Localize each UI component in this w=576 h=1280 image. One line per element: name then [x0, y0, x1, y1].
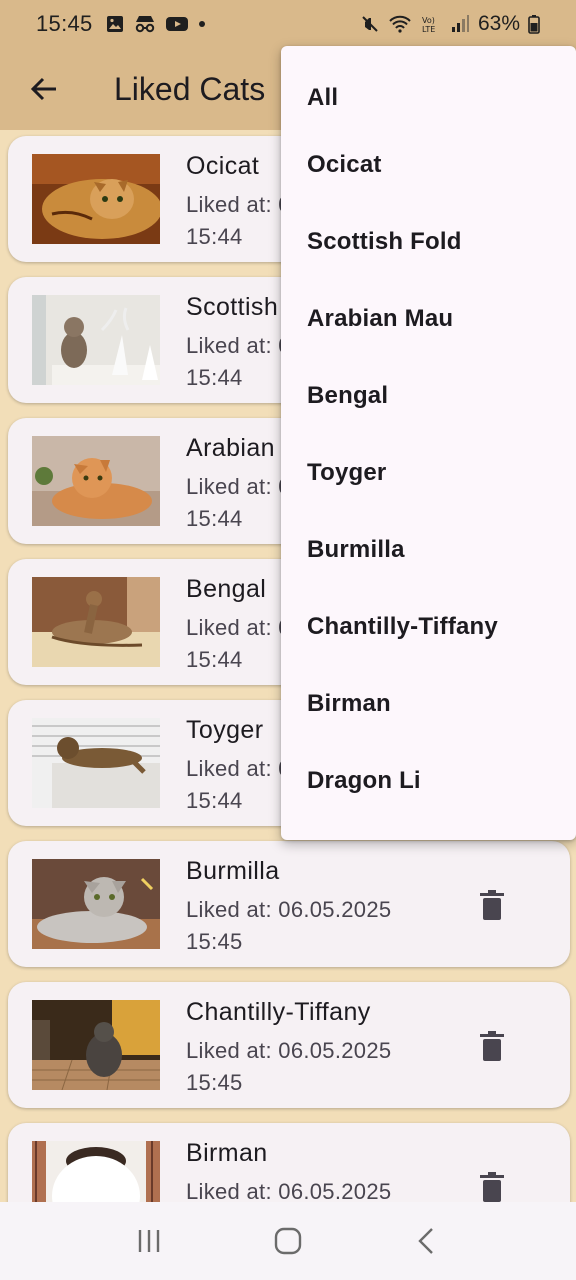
- dot-icon: [198, 21, 205, 27]
- cat-breed-name: Birman: [186, 1139, 268, 1167]
- liked-at-time: 15:45: [186, 929, 243, 954]
- arrow-left-icon: [30, 77, 56, 101]
- svg-text:Vo): Vo): [422, 16, 435, 25]
- liked-cat-card[interactable]: Birman Liked at: 06.05.2025: [8, 1123, 570, 1202]
- menu-item-burmilla[interactable]: Burmilla: [281, 511, 576, 588]
- liked-at-time: 15:44: [186, 647, 243, 672]
- cat-photo: [32, 1000, 160, 1090]
- trash-icon: [480, 1031, 504, 1061]
- cat-photo: [32, 436, 160, 526]
- liked-at-time: 15:45: [186, 1070, 243, 1095]
- menu-item-chantilly-tiffany[interactable]: Chantilly-Tiffany: [281, 588, 576, 665]
- home-icon: [274, 1227, 302, 1255]
- delete-button[interactable]: [470, 883, 514, 927]
- liked-at-time: 15:44: [186, 365, 243, 390]
- menu-item-arabian-mau[interactable]: Arabian Mau: [281, 280, 576, 357]
- menu-item-bengal[interactable]: Bengal: [281, 357, 576, 434]
- cat-photo: [32, 577, 160, 667]
- menu-item-toyger[interactable]: Toyger: [281, 434, 576, 511]
- battery-percent: 63%: [477, 12, 520, 35]
- breed-filter-menu: All Ocicat Scottish Fold Arabian Mau Ben…: [281, 46, 576, 840]
- cat-breed-name: Bengal: [186, 575, 267, 603]
- cat-photo: [32, 718, 160, 808]
- liked-at-time: 15:44: [186, 224, 243, 249]
- home-button[interactable]: [258, 1211, 318, 1271]
- menu-item-dragon-li[interactable]: Dragon Li: [281, 742, 576, 819]
- cat-photo: [32, 295, 160, 385]
- back-nav-icon: [417, 1228, 433, 1254]
- page-title: Liked Cats: [114, 70, 266, 107]
- liked-at-time: 15:44: [186, 788, 243, 813]
- menu-item-birman[interactable]: Birman: [281, 665, 576, 742]
- back-button[interactable]: [16, 61, 72, 117]
- cat-photo: [32, 859, 160, 949]
- youtube-icon: [165, 17, 188, 31]
- trash-icon: [480, 1172, 504, 1202]
- liked-at-date: Liked at: 06.05.2025: [186, 1038, 392, 1063]
- liked-cat-card[interactable]: Chantilly-Tiffany Liked at: 06.05.2025 1…: [8, 982, 570, 1108]
- liked-cat-card[interactable]: Burmilla Liked at: 06.05.2025 15:45: [8, 841, 570, 967]
- battery-icon: [528, 15, 540, 34]
- svg-text:LTE: LTE: [422, 25, 435, 34]
- signal-icon: [451, 15, 469, 32]
- status-time: 15:45: [36, 11, 93, 36]
- cat-breed-name: Toyger: [186, 716, 264, 744]
- delete-button[interactable]: [470, 1024, 514, 1068]
- status-bar: 15:45 Vo) LTE 63%: [0, 0, 576, 48]
- menu-item-all[interactable]: All: [281, 66, 576, 126]
- volte-icon: Vo)LTE: [422, 16, 435, 34]
- incognito-icon: [135, 16, 154, 33]
- recent-apps-button[interactable]: [119, 1211, 179, 1271]
- system-nav-bar: [0, 1202, 576, 1280]
- mute-icon: [362, 16, 378, 32]
- cat-photo: [32, 154, 160, 244]
- cat-breed-name: Burmilla: [186, 857, 280, 885]
- gallery-icon: [106, 16, 123, 32]
- menu-item-ocicat[interactable]: Ocicat: [281, 126, 576, 203]
- wifi-icon: [389, 15, 411, 33]
- recent-apps-icon: [139, 1230, 160, 1252]
- system-back-button[interactable]: [397, 1211, 457, 1271]
- cat-breed-name: Chantilly-Tiffany: [186, 998, 371, 1026]
- cat-photo: [32, 1141, 160, 1202]
- liked-at-date: Liked at: 06.05.2025: [186, 1179, 392, 1202]
- trash-icon: [480, 890, 504, 920]
- cat-breed-name: Ocicat: [186, 152, 260, 180]
- liked-at-date: Liked at: 06.05.2025: [186, 897, 392, 922]
- menu-item-scottish-fold[interactable]: Scottish Fold: [281, 203, 576, 280]
- delete-button[interactable]: [470, 1165, 514, 1202]
- liked-at-time: 15:44: [186, 506, 243, 531]
